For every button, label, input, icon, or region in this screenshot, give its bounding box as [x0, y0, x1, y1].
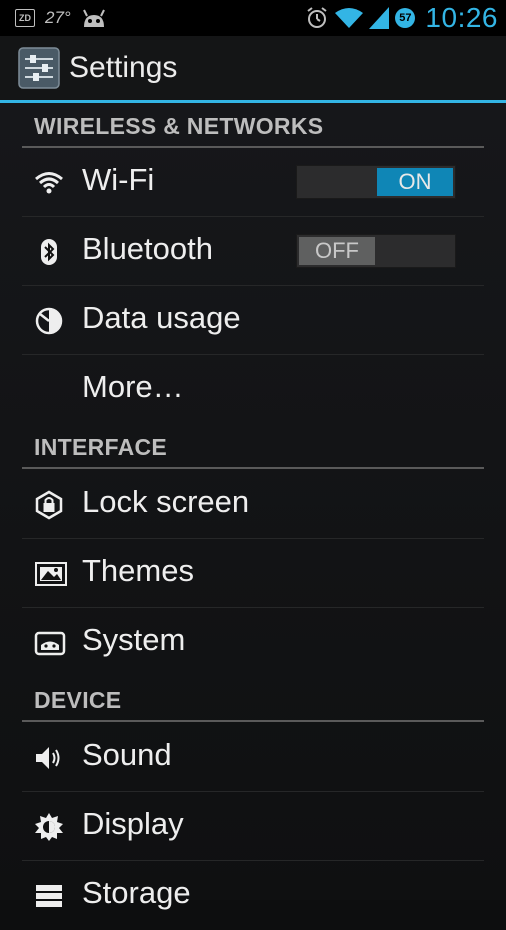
clock: 10:26: [425, 2, 498, 33]
toggle-knob: ON: [377, 168, 453, 196]
system-icon: [34, 628, 66, 658]
page-title: Settings: [69, 51, 178, 84]
alarm-icon: [305, 6, 329, 30]
settings-item-label: Display: [82, 806, 184, 841]
section-header-label: WIRELESS & NETWORKS: [34, 113, 324, 139]
section-header-label: INTERFACE: [34, 434, 168, 460]
settings-item-label: Themes: [82, 553, 194, 588]
section-header-device: DEVICE: [22, 683, 484, 722]
status-bar: ZD 27° 57 10:26: [0, 0, 506, 36]
settings-item-label: More…: [82, 369, 184, 404]
settings-item-data-usage[interactable]: Data usage: [22, 287, 484, 355]
settings-item-themes[interactable]: Themes: [22, 540, 484, 608]
action-bar: Settings: [0, 36, 506, 100]
section-header-label: DEVICE: [34, 687, 122, 713]
sound-icon: [34, 743, 64, 773]
settings-item-lock-screen[interactable]: Lock screen: [22, 471, 484, 539]
status-bar-right: 57 10:26: [305, 2, 506, 34]
settings-list[interactable]: WIRELESS & NETWORKS Wi-Fi ON Bluetooth O…: [0, 103, 506, 910]
settings-item-bluetooth[interactable]: Bluetooth OFF: [22, 218, 484, 286]
temperature: 27°: [45, 8, 71, 27]
settings-app-icon[interactable]: [18, 47, 60, 89]
badge-icon: 57: [395, 8, 416, 28]
bluetooth-toggle[interactable]: OFF: [296, 234, 456, 268]
wifi-toggle[interactable]: ON: [296, 165, 456, 199]
storage-icon: [34, 881, 64, 911]
section-header-wireless: WIRELESS & NETWORKS: [22, 110, 484, 148]
settings-item-wifi[interactable]: Wi-Fi ON: [22, 149, 484, 217]
settings-item-label: System: [82, 622, 186, 657]
settings-item-display[interactable]: Display: [22, 793, 484, 861]
settings-item-label: Data usage: [82, 300, 241, 335]
settings-item-label: Lock screen: [82, 484, 250, 519]
cell-signal-icon: [369, 7, 390, 29]
themes-icon: [34, 559, 67, 589]
android-icon: [81, 7, 107, 29]
display-icon: [34, 812, 64, 842]
wifi-signal-icon: [335, 7, 364, 29]
wifi-icon: [34, 168, 64, 198]
status-bar-left: ZD 27°: [0, 7, 107, 29]
bluetooth-icon: [34, 237, 64, 267]
settings-item-label: Wi-Fi: [82, 162, 155, 197]
settings-item-sound[interactable]: Sound: [22, 724, 484, 792]
lock-icon: [34, 490, 64, 520]
data-usage-icon: [34, 306, 64, 336]
settings-item-storage[interactable]: Storage: [22, 862, 484, 930]
settings-item-system[interactable]: System: [22, 609, 484, 677]
settings-item-more[interactable]: More…: [22, 356, 484, 424]
settings-item-label: Bluetooth: [82, 231, 213, 266]
settings-item-label: Sound: [82, 737, 172, 772]
toggle-knob: OFF: [299, 237, 375, 265]
section-header-interface: INTERFACE: [22, 430, 484, 469]
zd-icon: ZD: [15, 9, 35, 27]
settings-item-label: Storage: [82, 875, 191, 910]
